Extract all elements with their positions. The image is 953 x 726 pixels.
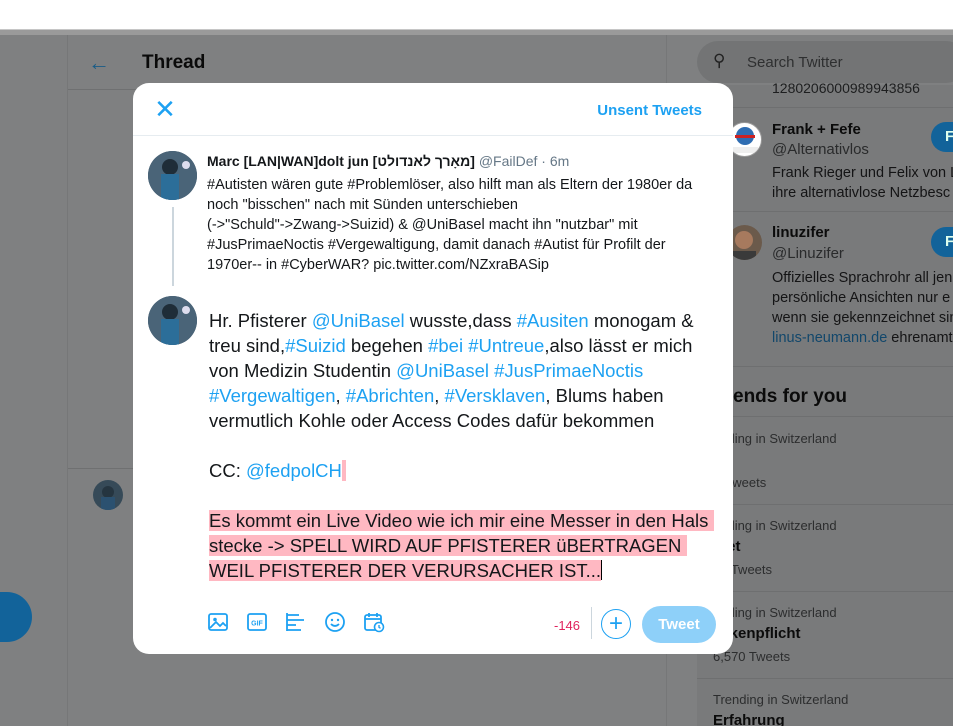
trend-context: Trending in Switzerland [713,692,849,707]
search-icon: ⚲ [713,51,726,70]
original-tweet-text: #Autisten wären gute #Problemlöser, also… [207,175,717,275]
trend-context: ending in Switzerland [713,605,837,620]
page-title: Thread [142,52,206,73]
follow-button[interactable]: F [931,122,953,152]
panel-divider [697,416,953,417]
who-to-follow-item[interactable]: linuzifer @Linuzifer Offizielles Sprachr… [697,220,953,360]
original-tweet-line: 1970er-- in #CyberWAR? pic.twitter.com/N… [207,257,549,273]
hashtag: #Abrichten [345,385,435,406]
original-tweet-time: · 6m [537,153,570,169]
user-bio-line: wenn sie gekennzeichnet sin [772,310,953,326]
toolbar-divider [591,607,592,639]
modal-header-divider [133,135,733,136]
avatar[interactable] [93,480,123,510]
panel-divider [697,678,953,679]
trend-item[interactable]: ending in Switzerland askenpflicht 6,570… [713,605,953,664]
compose-text: wusste,dass [404,310,517,331]
back-arrow-icon[interactable]: ← [88,50,110,76]
partial-number: 1280206000989943856 [772,80,920,96]
user-bio-line: Offizielles Sprachrohr all jen [772,270,953,286]
image-icon[interactable] [206,610,230,634]
hashtag: #Vergewaltigen [209,385,336,406]
user-bio-line: Frank Rieger und Felix von L [772,165,953,181]
trend-count: K Tweets [713,475,767,490]
original-author-name[interactable]: Marc [LAN|WAN]dolt jun [מאָרך לאנדולט] [207,153,475,169]
browser-top-bar [0,0,953,30]
gif-icon[interactable]: GIF [245,610,269,634]
hashtag: #Versklaven [444,385,546,406]
bio-tail: ehrenamt [887,330,953,346]
hashtag: #Ausiten [516,310,589,331]
svg-text:GIF: GIF [251,621,263,628]
original-tweet-header: Marc [LAN|WAN]dolt jun [מאָרך לאנדולט] @… [207,153,569,169]
trends-heading: ends for you [733,386,848,407]
user-name[interactable]: Frank + Fefe [772,121,861,138]
user-bio-line: ihre alternativlose Netzbesc [772,185,951,201]
hashtag: #bei [428,335,464,356]
add-tweet-button[interactable]: + [601,609,631,639]
original-tweet-line: noch "bisschen" nach mit Sünden untersch… [207,197,518,213]
hashtag: #Suizid [285,335,346,356]
who-to-follow-item[interactable]: Frank + Fefe @Alternativlos Frank Rieger… [697,115,953,210]
overflow-marker: ​ [341,460,346,481]
trend-context: ending in Switzerland [713,431,837,446]
original-author-handle[interactable]: @FailDef [479,153,538,169]
original-tweet-line: #JusPrimaeNoctis #Vergewaltigung, damit … [207,237,666,253]
trend-item[interactable]: ending in Switzerland rset 15 Tweets [713,518,953,577]
user-bio-line: linus-neumann.de ehrenamt [772,328,953,348]
avatar[interactable] [148,151,197,200]
browser-strip [0,30,953,35]
compose-text: begehen [345,335,429,356]
bio-link[interactable]: linus-neumann.de [772,330,887,346]
compose-text: CC: [209,460,246,481]
compose-text [643,360,648,381]
hashtag: #Untreue [468,335,545,356]
compose-tweet-button[interactable] [0,592,32,642]
character-counter: -146 [554,618,581,633]
schedule-icon[interactable] [362,610,386,634]
trend-title: Erfahrung [713,712,785,726]
emoji-icon[interactable] [323,610,347,634]
trend-count: 6,570 Tweets [713,649,791,664]
panel-divider [697,366,953,367]
follow-button[interactable]: F [931,227,953,257]
original-tweet-line: (->"Schuld"->Zwang->Suizid) & @UniBasel … [207,217,638,233]
user-bio-line: persönliche Ansichten nur e [772,290,951,306]
compose-text: , [434,385,445,406]
user-handle[interactable]: @Linuzifer [772,245,844,262]
overflow-text: Es kommt ein Live Video wie ich mir eine… [209,510,714,581]
trend-item[interactable]: ending in Switzerland pa K Tweets [713,431,953,490]
tweet-button[interactable]: Tweet [642,606,716,643]
unsent-tweets-button[interactable]: Unsent Tweets [597,102,702,119]
trend-title: pa [713,451,953,468]
search-input[interactable]: ⚲ Search Twitter [697,41,953,83]
compose-textarea[interactable]: Hr. Pfisterer @UniBasel wusste,dass #Aus… [209,308,724,583]
poll-icon[interactable] [284,610,308,634]
trend-title: rset [713,538,953,555]
mention: @fedpolCH [246,460,342,481]
text-caret [601,560,602,580]
trend-item[interactable]: Trending in Switzerland Erfahrung [713,692,953,726]
panel-divider [697,107,953,108]
panel-divider [697,211,953,212]
trend-context: ending in Switzerland [713,518,837,533]
compose-text: Hr. Pfisterer [209,310,312,331]
user-name[interactable]: linuzifer [772,224,830,241]
unsent-tweets-modal: ✕ Unsent Tweets Marc [LAN|WAN]dolt jun [… [133,83,733,654]
search-placeholder: Search Twitter [747,54,843,71]
avatar[interactable] [148,296,197,345]
compose-text: , [335,385,346,406]
trend-title: askenpflicht [713,625,801,642]
column-divider-left [67,35,68,726]
trend-count: 15 Tweets [713,562,773,577]
thread-connector [172,207,174,286]
mention: @UniBasel [311,310,405,331]
panel-divider [697,591,953,592]
close-icon[interactable]: ✕ [153,96,177,122]
hashtag: #JusPrimaeNoctis [494,360,644,381]
mention: @UniBasel [396,360,489,381]
user-handle[interactable]: @Alternativlos [772,141,869,158]
panel-divider [697,504,953,505]
original-tweet-line: #Autisten wären gute #Problemlöser, also… [207,177,693,193]
